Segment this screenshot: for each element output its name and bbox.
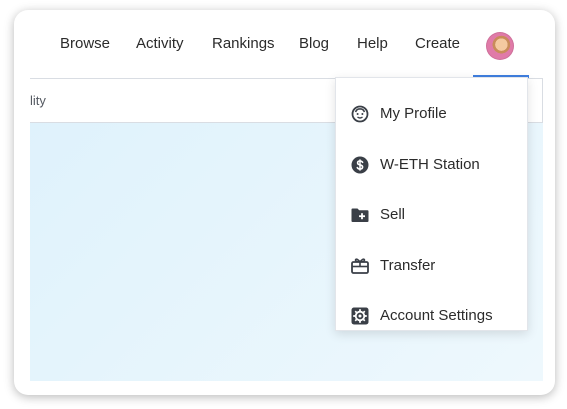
nav-link-rankings[interactable]: Rankings	[212, 35, 275, 52]
menu-item-label: Sell	[380, 206, 406, 223]
smiley-face-icon	[351, 105, 369, 123]
menu-item-sell[interactable]: Sell	[336, 190, 529, 240]
menu-item-label: Account Settings	[380, 307, 493, 324]
account-dropdown-menu: My Profile W-ETH Station Sell Transfer A…	[335, 77, 528, 331]
nav-link-activity[interactable]: Activity	[136, 35, 184, 52]
top-navigation: Browse Activity Rankings Blog Help Creat…	[14, 10, 555, 78]
filter-label: lity	[30, 93, 46, 108]
menu-item-weth-station[interactable]: W-ETH Station	[336, 140, 529, 190]
user-avatar[interactable]	[486, 32, 514, 60]
menu-item-account-settings[interactable]: Account Settings	[336, 291, 529, 341]
nav-link-create[interactable]: Create	[415, 35, 460, 52]
folder-plus-icon	[351, 208, 369, 222]
app-window: Browse Activity Rankings Blog Help Creat…	[14, 10, 555, 395]
dollar-coin-icon	[351, 156, 369, 174]
nav-link-blog[interactable]: Blog	[299, 35, 329, 52]
gear-icon	[351, 307, 369, 325]
menu-item-label: Transfer	[380, 257, 436, 274]
menu-item-my-profile[interactable]: My Profile	[336, 89, 529, 139]
menu-item-label: My Profile	[380, 105, 447, 122]
menu-item-transfer[interactable]: Transfer	[336, 241, 529, 291]
nav-link-browse[interactable]: Browse	[60, 35, 110, 52]
menu-item-label: W-ETH Station	[380, 156, 480, 173]
gift-card-icon	[351, 258, 369, 274]
nav-link-help[interactable]: Help	[357, 35, 388, 52]
